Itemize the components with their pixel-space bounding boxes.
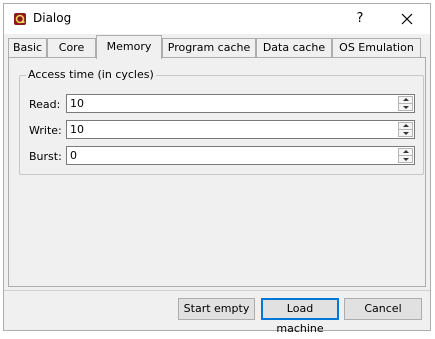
title-bar: Dialog ? [4,4,430,34]
write-spinbox[interactable]: 10 [66,120,415,139]
tab-data-cache[interactable]: Data cache [256,38,332,57]
access-time-group-title: Access time (in cycles) [26,68,156,81]
memory-tab-panel: Access time (in cycles) Read: 10 Write: … [8,57,426,287]
burst-value[interactable]: 0 [70,149,77,162]
help-button[interactable]: ? [345,8,375,30]
tab-program-cache[interactable]: Program cache [162,38,256,57]
close-button[interactable] [392,8,422,30]
write-label: Write: [29,124,62,137]
close-icon [401,13,413,25]
load-machine-button[interactable]: Load machine [261,298,339,335]
cancel-button[interactable]: Cancel [344,298,422,320]
burst-label: Burst: [29,150,62,163]
read-value[interactable]: 10 [70,97,84,110]
window-title: Dialog [33,11,72,25]
read-decrement-button[interactable] [398,103,413,111]
start-empty-button[interactable]: Start empty [178,298,255,320]
tab-core[interactable]: Core [47,38,96,57]
write-value[interactable]: 10 [70,123,84,136]
footer-divider [4,290,430,291]
dialog-window: Dialog ? Basic Core Memory Program cache… [3,3,431,335]
burst-decrement-button[interactable] [398,155,413,163]
tab-bar: Basic Core Memory Program cache Data cac… [4,34,430,59]
tab-os-emulation[interactable]: OS Emulation [332,38,421,57]
write-decrement-button[interactable] [398,129,413,137]
read-spinbox[interactable]: 10 [66,94,415,113]
qemu-icon [14,13,26,25]
tab-memory[interactable]: Memory [96,35,162,59]
access-time-group: Access time (in cycles) Read: 10 Write: … [19,68,424,175]
tab-basic[interactable]: Basic [8,38,47,57]
burst-spinbox[interactable]: 0 [66,146,415,165]
read-label: Read: [29,98,61,111]
